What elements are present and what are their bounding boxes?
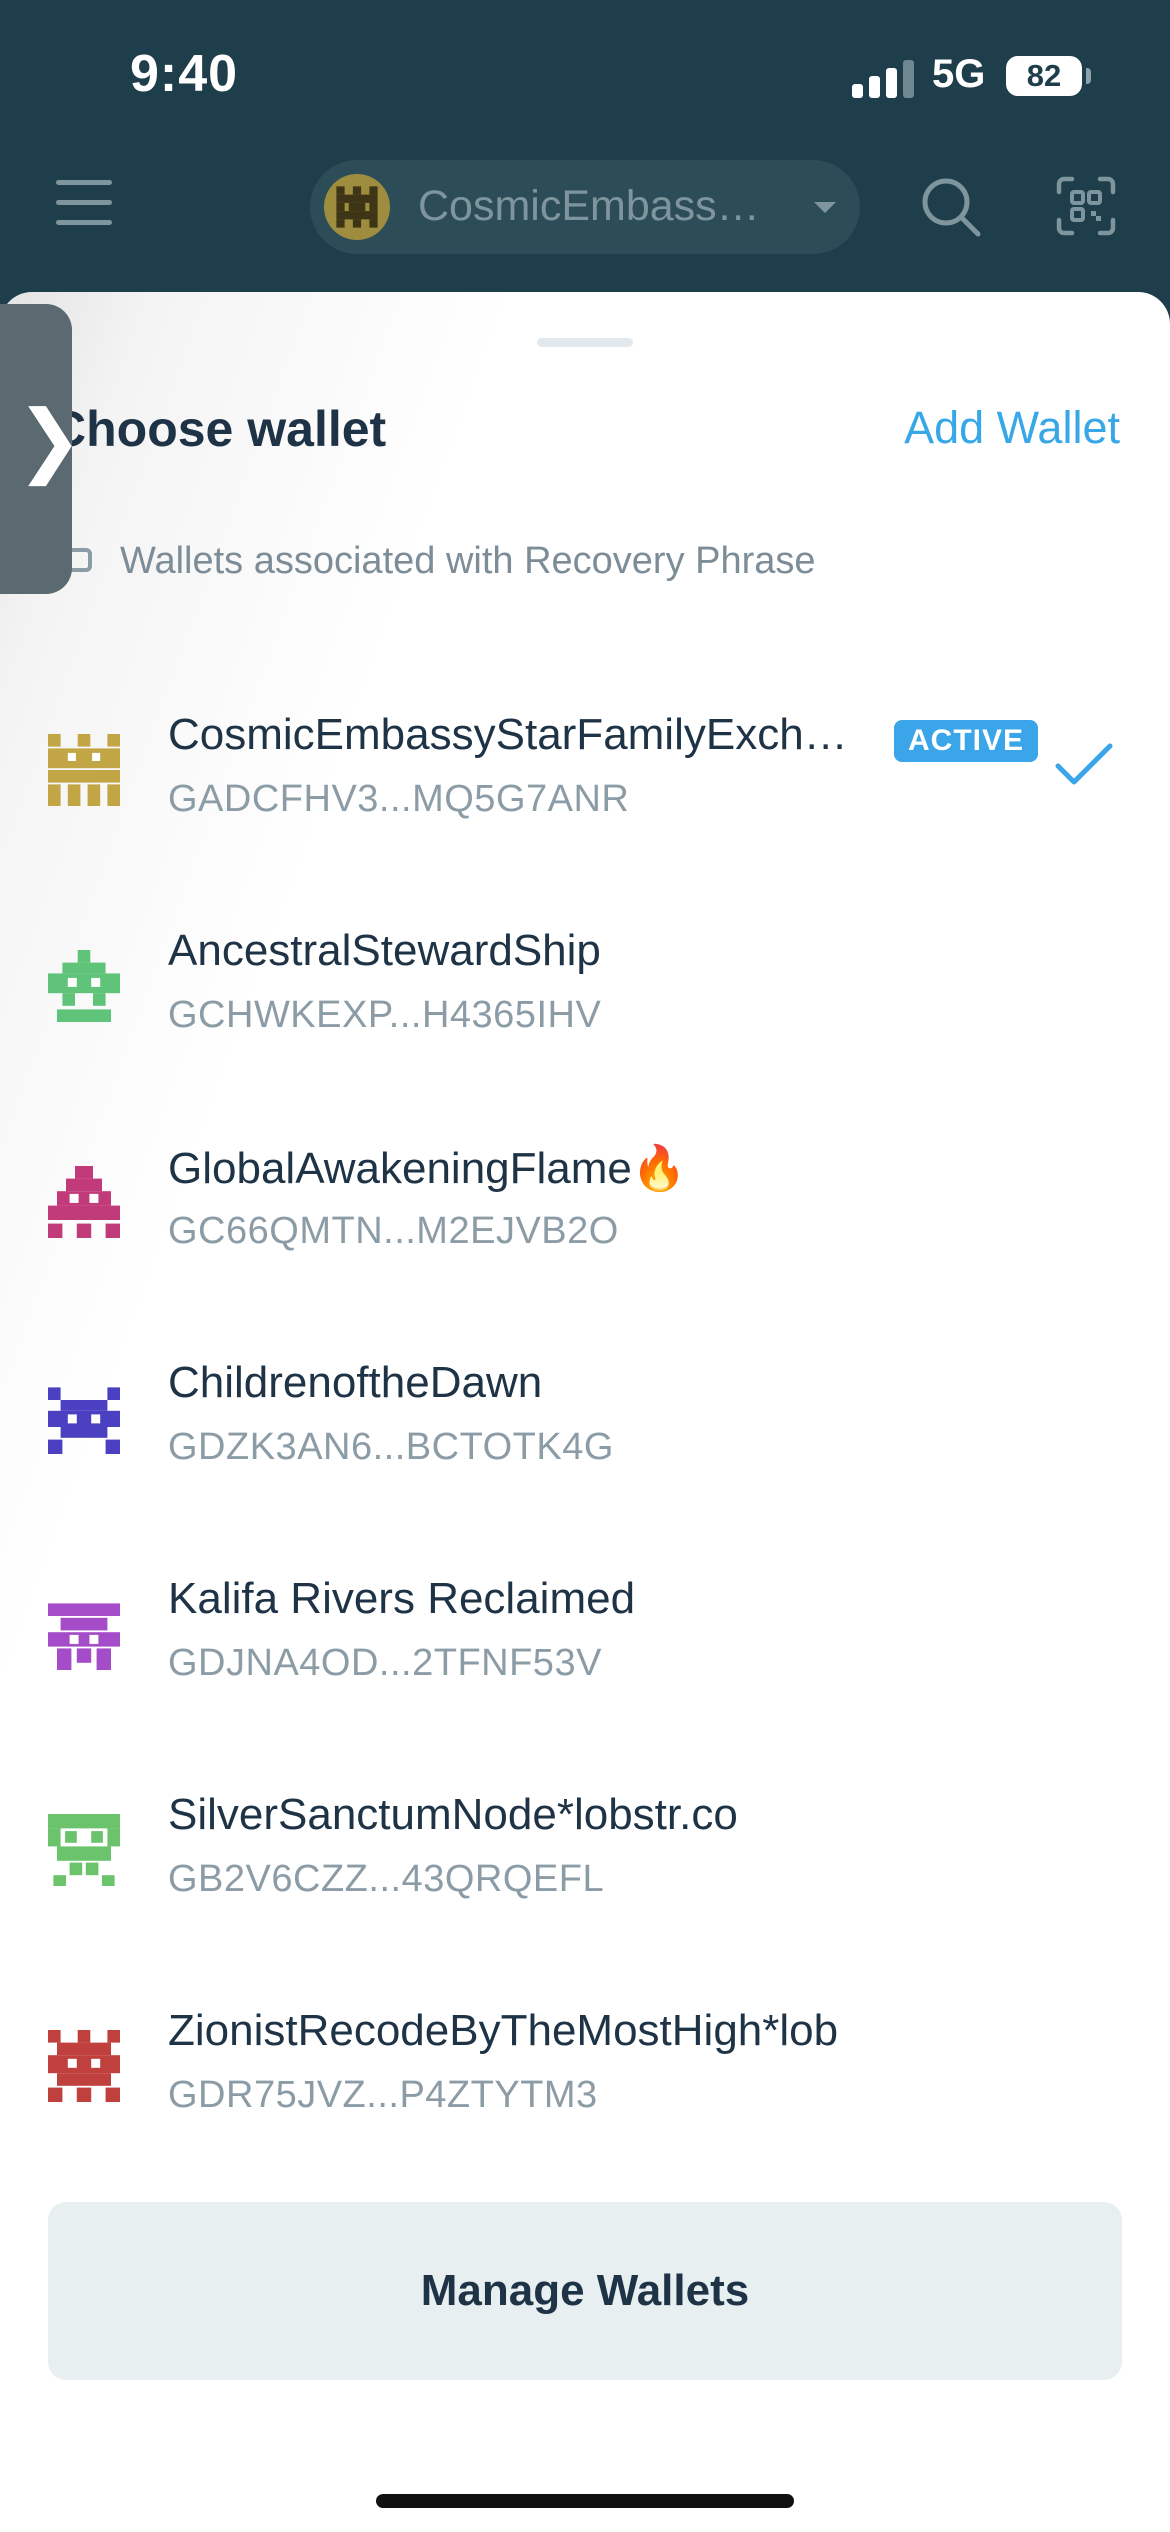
checkmark-icon	[1055, 743, 1113, 785]
wallet-name: Kalifa Rivers Reclaimed	[168, 1574, 636, 1623]
status-time: 9:40	[130, 45, 239, 103]
wallet-row[interactable]: ChildrenoftheDawn GDZK3AN6...BCTOTK4G	[0, 1330, 1170, 1520]
wallet-name: SilverSanctumNode*lobstr.co	[168, 1790, 738, 1839]
wallet-address: GDJNA4OD...2TFNF53V	[168, 1642, 602, 1684]
sheet-grabber[interactable]	[537, 338, 633, 347]
wallet-avatar-icon	[324, 174, 390, 240]
wallet-avatar-icon	[48, 1814, 120, 1886]
wallet-avatar-icon	[48, 950, 120, 1022]
wallet-avatar-icon	[48, 2030, 120, 2102]
wallet-selector[interactable]: CosmicEmbass…	[310, 160, 860, 254]
wallet-avatar-icon	[48, 734, 120, 806]
wallet-row[interactable]: CosmicEmbassyStarFamilyExch… GADCFHV3...…	[0, 682, 1170, 872]
search-icon[interactable]	[920, 176, 982, 238]
wallet-address: GDZK3AN6...BCTOTK4G	[168, 1426, 614, 1468]
battery-level: 82	[1026, 58, 1062, 93]
wallet-name: AncestralStewardShip	[168, 926, 601, 975]
network-label: 5G	[932, 52, 986, 96]
selected-wallet-name: CosmicEmbass…	[418, 182, 760, 230]
battery-icon: 82	[1006, 56, 1082, 96]
scan-icon[interactable]	[1056, 176, 1116, 236]
wallet-avatar-icon	[48, 1387, 120, 1454]
manage-wallets-button[interactable]: Manage Wallets	[48, 2202, 1122, 2380]
status-bar: 9:40 5G 82	[0, 0, 1170, 150]
group-label: Wallets associated with Recovery Phrase	[120, 540, 816, 582]
wallet-address: GADCFHV3...MQ5G7ANR	[168, 778, 630, 820]
home-indicator	[376, 2494, 794, 2508]
wallet-row[interactable]: SilverSanctumNode*lobstr.co GB2V6CZZ...4…	[0, 1762, 1170, 1952]
wallet-row[interactable]: GlobalAwakeningFlame🔥 GC66QMTN...M2EJVB2…	[0, 1114, 1170, 1304]
wallet-row[interactable]: ZionistRecodeByTheMostHigh*lob GDR75JVZ.…	[0, 1978, 1170, 2168]
chevron-right-icon: ❯	[16, 395, 84, 484]
wallet-address: GB2V6CZZ...43QRQEFL	[168, 1858, 605, 1900]
wallet-address: GDR75JVZ...P4ZTYTM3	[168, 2074, 598, 2116]
choose-wallet-sheet: Choose wallet Add Wallet Wallets associa…	[0, 292, 1170, 2532]
battery-nub	[1086, 68, 1091, 84]
wallet-name: CosmicEmbassyStarFamilyExch…	[168, 710, 848, 759]
sheet-title: Choose wallet	[50, 401, 387, 457]
wallet-name: ZionistRecodeByTheMostHigh*lob	[168, 2006, 839, 2055]
wallet-row[interactable]: AncestralStewardShip GCHWKEXP...H4365IHV	[0, 898, 1170, 1088]
side-drawer-handle[interactable]: ❯	[0, 304, 83, 594]
wallet-row[interactable]: Kalifa Rivers Reclaimed GDJNA4OD...2TFNF…	[0, 1546, 1170, 1736]
menu-icon[interactable]	[56, 176, 112, 228]
wallet-address: GCHWKEXP...H4365IHV	[168, 994, 602, 1036]
wallet-address: GC66QMTN...M2EJVB2O	[168, 1210, 619, 1252]
wallet-avatar-icon	[48, 1166, 120, 1238]
signal-icon	[852, 58, 914, 98]
wallet-name: ChildrenoftheDawn	[168, 1358, 543, 1407]
add-wallet-button[interactable]: Add Wallet	[904, 402, 1120, 454]
wallet-name: GlobalAwakeningFlame🔥	[168, 1144, 687, 1193]
wallet-avatar-icon	[48, 1603, 120, 1670]
active-badge: ACTIVE	[894, 720, 1039, 762]
chevron-down-icon	[814, 202, 836, 213]
